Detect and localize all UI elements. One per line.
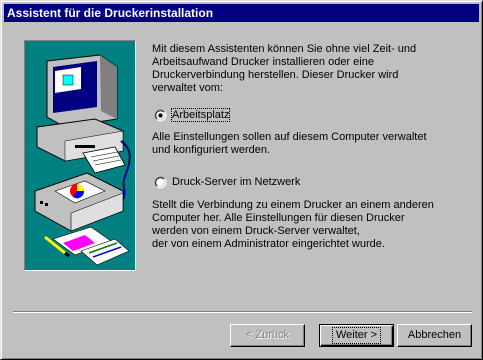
next-button-label: Weiter > (331, 327, 382, 344)
radio-local-label[interactable]: Arbeitsplatz (170, 108, 231, 122)
divider (13, 311, 472, 313)
back-button-label: < Zurück (245, 329, 290, 341)
printer-illustration (24, 40, 136, 271)
network-desc-line-2: Computer her. Alle Einstellungen für die… (152, 212, 405, 224)
window-title: Assistent für die Druckerinstallation (7, 6, 214, 20)
radio-network-label[interactable]: Druck-Server im Netzwerk (172, 176, 300, 189)
network-desc-line-3: werden von einem Druck-Server verwaltet, (152, 225, 360, 237)
computer-printer-icon (34, 54, 131, 266)
wizard-window: Assistent für die Druckerinstallation Mi… (0, 0, 483, 360)
cancel-button[interactable]: Abbrechen (397, 324, 472, 347)
radio-local-text: Arbeitsplatz (170, 108, 231, 122)
intro-line-1: Mit diesem Assistenten können Sie ohne v… (152, 43, 417, 55)
radio-network-icon[interactable] (154, 176, 167, 189)
network-desc-line-1: Stellt die Verbindung zu einem Drucker a… (152, 199, 434, 211)
intro-line-3: Druckerverbindung herstellen. Dieser Dru… (152, 69, 399, 81)
local-desc-line-2: und konfiguriert werden. (152, 144, 271, 156)
network-desc-line-4: der von einem Administrator eingerichtet… (152, 238, 385, 250)
local-desc-line-1: Alle Einstellungen sollen auf diesem Com… (152, 131, 427, 143)
radio-local-selected-icon[interactable] (154, 109, 167, 122)
next-button[interactable]: Weiter > (319, 324, 394, 347)
title-bar[interactable]: Assistent für die Druckerinstallation (4, 4, 479, 22)
intro-line-2: Arbeitsaufwand Drucker installieren oder… (152, 56, 374, 68)
intro-line-4: verwaltet vom: (152, 82, 223, 94)
cancel-button-label: Abbrechen (407, 329, 462, 341)
back-button[interactable]: < Zurück (230, 324, 305, 347)
